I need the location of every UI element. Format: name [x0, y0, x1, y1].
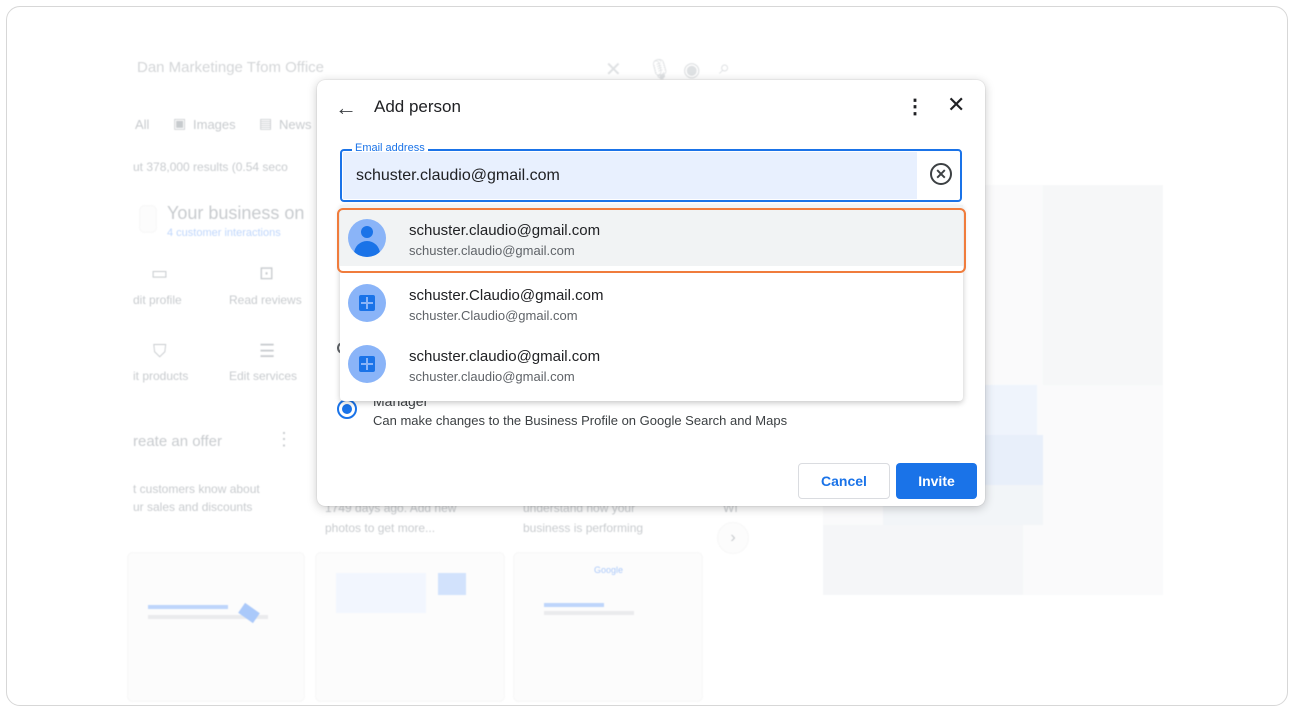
- role-description: Can make changes to the Business Profile…: [373, 413, 788, 428]
- insights-card-image: Google: [513, 552, 703, 702]
- offer-title: reate an offer: [133, 433, 222, 450]
- email-field: Email address ✕: [340, 142, 962, 202]
- group-icon: [348, 345, 386, 383]
- lens-icon: ◉: [683, 59, 701, 81]
- clear-icon: ✕: [605, 59, 622, 81]
- suggestion-primary: schuster.Claudio@gmail.com: [409, 287, 604, 304]
- tab-news: News: [279, 117, 312, 132]
- more-vert-icon: ⋮: [275, 429, 293, 449]
- background-search-query: Dan Marketinge Tfom Office: [137, 59, 325, 76]
- suggestion-secondary: schuster.claudio@gmail.com: [409, 369, 575, 384]
- card-2-line-2: business is performing: [523, 521, 644, 535]
- results-count: ut 378,000 results (0.54 seco: [133, 160, 288, 174]
- suggestion-item[interactable]: schuster.claudio@gmail.com schuster.clau…: [340, 205, 963, 266]
- offer-text-2: ur sales and discounts: [133, 500, 253, 514]
- group-icon: [348, 284, 386, 322]
- tab-all: All: [135, 117, 150, 132]
- business-logo: [139, 205, 157, 233]
- email-input[interactable]: [343, 152, 917, 199]
- action-edit-services: Edit services: [229, 369, 298, 383]
- mic-icon: 🎙: [647, 59, 673, 81]
- next-arrow-icon: ›: [717, 522, 749, 554]
- photos-card-image: [315, 552, 505, 702]
- card-2-brand: Google: [594, 565, 624, 575]
- manager-radio[interactable]: [337, 399, 357, 419]
- clear-input-icon[interactable]: ✕: [930, 163, 952, 185]
- offer-card-image: [127, 552, 305, 702]
- reviews-icon: ⊡: [259, 263, 275, 283]
- action-products: it products: [133, 369, 189, 383]
- suggestion-primary: schuster.claudio@gmail.com: [409, 348, 601, 365]
- close-icon[interactable]: ✕: [947, 92, 965, 118]
- more-options-icon[interactable]: ⋮: [905, 94, 925, 119]
- products-icon: ⛉: [153, 341, 167, 361]
- tab-images: Images: [193, 117, 236, 132]
- services-icon: ☰: [259, 341, 276, 361]
- back-arrow-icon[interactable]: ←: [335, 95, 357, 121]
- offer-text-1: t customers know about: [133, 482, 260, 496]
- suggestion-item[interactable]: schuster.Claudio@gmail.com schuster.Clau…: [340, 270, 963, 331]
- edit-profile-icon: ▭: [151, 263, 169, 283]
- news-icon: ▤: [259, 115, 273, 131]
- browser-frame: Dan Marketinge Tfom Office ✕ 🎙 ◉ ⌕ All ▣…: [6, 6, 1288, 706]
- images-icon: ▣: [173, 115, 187, 131]
- customer-interactions: 4 customer interactions: [167, 227, 281, 239]
- dialog-title: Add person: [374, 97, 461, 116]
- email-suggestions: schuster.claudio@gmail.com schuster.clau…: [340, 205, 963, 401]
- suggestion-secondary: schuster.claudio@gmail.com: [409, 243, 575, 258]
- invite-button[interactable]: Invite: [896, 463, 977, 499]
- suggestion-secondary: schuster.Claudio@gmail.com: [409, 308, 578, 323]
- suggestion-primary: schuster.claudio@gmail.com: [409, 222, 601, 239]
- person-icon: [348, 219, 386, 257]
- cancel-button[interactable]: Cancel: [798, 463, 890, 499]
- card-1-line-2: photos to get more...: [325, 521, 436, 535]
- business-title: Your business on: [167, 203, 305, 223]
- action-edit-profile: dit profile: [133, 293, 182, 307]
- action-read-reviews: Read reviews: [229, 293, 302, 307]
- suggestion-item[interactable]: schuster.claudio@gmail.com schuster.clau…: [340, 331, 963, 392]
- search-icon: ⌕: [719, 57, 731, 79]
